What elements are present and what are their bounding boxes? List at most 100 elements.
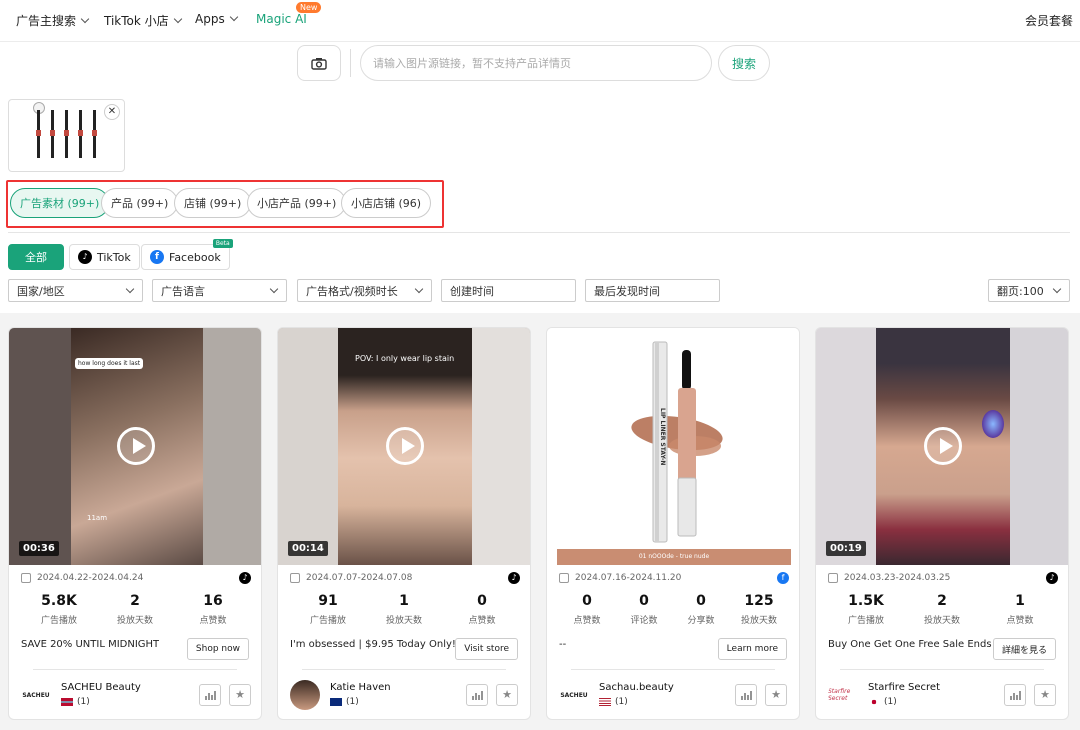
tiktok-icon: ♪ bbox=[239, 572, 251, 584]
camera-icon bbox=[311, 57, 327, 70]
platform-tiktok-button[interactable]: ♪ TikTok bbox=[69, 244, 140, 270]
stat-days: 1 投放天数 bbox=[385, 593, 422, 626]
japan-flag-icon bbox=[868, 698, 880, 706]
uploaded-image-thumbnail[interactable]: ✕ bbox=[8, 99, 125, 172]
stat-likes: 0 点赞数 bbox=[573, 593, 601, 626]
tab-shop-stores[interactable]: 小店店铺 (96) bbox=[341, 188, 432, 218]
advertiser-name[interactable]: SACHEU Beauty bbox=[61, 682, 141, 693]
page-size-select[interactable]: 翻页:100 bbox=[988, 279, 1070, 302]
ad-format-select[interactable]: 广告格式/视频时长 bbox=[297, 279, 432, 302]
video-thumbnail[interactable]: how long does it last 11am 00:36 bbox=[9, 328, 261, 565]
tab-products[interactable]: 产品 (99+) bbox=[101, 188, 179, 218]
us-flag-icon bbox=[599, 698, 611, 706]
stat-shares: 0 分享数 bbox=[687, 593, 715, 626]
lip-liner-product-image bbox=[36, 110, 97, 158]
advertiser-region: (1) bbox=[330, 697, 359, 707]
ad-card[interactable]: LIP LINER STAY-N 01 nOOOde - true nude 2… bbox=[546, 327, 800, 720]
star-icon: ★ bbox=[502, 688, 512, 701]
divider bbox=[840, 669, 1044, 670]
analytics-button[interactable] bbox=[1004, 684, 1026, 706]
chevron-down-icon bbox=[173, 14, 182, 24]
language-select[interactable]: 广告语言 bbox=[152, 279, 287, 302]
tiktok-icon: ♪ bbox=[78, 250, 92, 264]
ad-card[interactable]: POV: I only wear lip stain 00:14 2024.07… bbox=[277, 327, 531, 720]
ad-headline: SAVE 20% UNTIL MIDNIGHT bbox=[21, 639, 160, 650]
australia-flag-icon bbox=[330, 698, 342, 706]
cta-button[interactable]: Shop now bbox=[186, 638, 249, 660]
product-label: LIP LINER STAY-N bbox=[659, 408, 666, 466]
tiktok-icon: ♪ bbox=[508, 572, 520, 584]
search-input[interactable] bbox=[360, 45, 712, 81]
video-overlay-text: how long does it last bbox=[75, 358, 144, 369]
chart-icon bbox=[472, 691, 483, 700]
favorite-button[interactable]: ★ bbox=[229, 684, 251, 706]
beta-badge: Beta bbox=[212, 239, 233, 248]
chevron-down-icon bbox=[229, 12, 238, 22]
nav-advertiser-search[interactable]: 广告主搜索 bbox=[16, 12, 90, 29]
favorite-button[interactable]: ★ bbox=[765, 684, 787, 706]
nav-magic-ai[interactable]: Magic AI bbox=[256, 12, 307, 26]
platform-facebook-button[interactable]: f Facebook Beta bbox=[141, 239, 233, 270]
search-button[interactable]: 搜索 bbox=[718, 45, 770, 81]
ad-headline: I'm obsessed | $9.95 Today Only! bbox=[290, 639, 456, 650]
chevron-down-icon bbox=[269, 284, 279, 294]
video-overlay-text: POV: I only wear lip stain bbox=[355, 354, 455, 363]
image-search-button[interactable] bbox=[297, 45, 341, 81]
video-thumbnail[interactable]: POV: I only wear lip stain 00:14 bbox=[278, 328, 530, 565]
ad-card[interactable]: 00:19 2024.03.23-2024.03.25 ♪ 1.5K 广告播放 2… bbox=[815, 327, 1069, 720]
favorite-button[interactable]: ★ bbox=[1034, 684, 1056, 706]
video-caption: 11am bbox=[87, 514, 108, 522]
video-thumbnail[interactable]: 00:19 bbox=[816, 328, 1068, 565]
star-icon: ★ bbox=[1040, 688, 1050, 701]
play-icon[interactable] bbox=[924, 427, 962, 465]
tab-stores[interactable]: 店铺 (99+) bbox=[174, 188, 252, 218]
last-seen-filter[interactable]: 最后发现时间 bbox=[585, 279, 720, 302]
play-icon[interactable] bbox=[386, 427, 424, 465]
facebook-icon: f bbox=[150, 250, 164, 264]
tab-ad-creatives[interactable]: 广告素材 (99+) bbox=[10, 188, 110, 218]
advertiser-name[interactable]: Sachau.beauty bbox=[599, 682, 674, 693]
stat-days: 125 投放天数 bbox=[740, 593, 777, 626]
created-time-filter[interactable]: 创建时间 bbox=[441, 279, 576, 302]
advertiser-name[interactable]: Katie Haven bbox=[330, 682, 391, 693]
ad-card[interactable]: how long does it last 11am 00:36 2024.04… bbox=[8, 327, 262, 720]
divider bbox=[571, 669, 775, 670]
cta-button[interactable]: Visit store bbox=[455, 638, 518, 660]
analytics-button[interactable] bbox=[199, 684, 221, 706]
play-icon[interactable] bbox=[117, 427, 155, 465]
ad-headline: -- bbox=[559, 639, 567, 650]
advertiser-logo: SACHEU bbox=[21, 680, 51, 710]
chevron-down-icon bbox=[125, 284, 135, 294]
calendar-icon bbox=[828, 573, 838, 583]
date-range: 2024.07.07-2024.07.08 bbox=[290, 573, 412, 583]
cta-button[interactable]: 詳細を見る bbox=[992, 638, 1056, 660]
chart-icon bbox=[205, 691, 216, 700]
analytics-button[interactable] bbox=[735, 684, 757, 706]
analytics-button[interactable] bbox=[466, 684, 488, 706]
advertiser-logo: SACHEU bbox=[559, 680, 589, 710]
cta-button[interactable]: Learn more bbox=[717, 638, 787, 660]
stat-plays: 5.8K 广告播放 bbox=[40, 593, 77, 626]
norway-flag-icon bbox=[61, 698, 73, 706]
country-select[interactable]: 国家/地区 bbox=[8, 279, 143, 302]
advertiser-name[interactable]: Starfire Secret bbox=[868, 682, 940, 693]
product-shade-strip: 01 nOOOde - true nude bbox=[557, 549, 791, 565]
tiktok-icon: ♪ bbox=[1046, 572, 1058, 584]
nav-membership[interactable]: 会员套餐 bbox=[1025, 12, 1073, 29]
advertiser-avatar bbox=[290, 680, 320, 710]
stat-likes: 0 点赞数 bbox=[468, 593, 496, 626]
divider bbox=[33, 669, 237, 670]
calendar-icon bbox=[559, 573, 569, 583]
favorite-button[interactable]: ★ bbox=[496, 684, 518, 706]
platform-all-button[interactable]: 全部 bbox=[8, 244, 64, 270]
remove-image-button[interactable]: ✕ bbox=[104, 104, 120, 120]
date-range: 2024.04.22-2024.04.24 bbox=[21, 573, 143, 583]
chevron-down-icon bbox=[1052, 284, 1062, 294]
nav-tiktok-shop[interactable]: TikTok 小店 bbox=[104, 12, 182, 29]
nav-apps[interactable]: Apps bbox=[195, 12, 238, 26]
video-duration: 00:19 bbox=[826, 541, 866, 556]
date-range: 2024.07.16-2024.11.20 bbox=[559, 573, 681, 583]
stat-days: 2 投放天数 bbox=[923, 593, 960, 626]
tab-shop-products[interactable]: 小店产品 (99+) bbox=[247, 188, 347, 218]
product-image[interactable]: LIP LINER STAY-N 01 nOOOde - true nude bbox=[547, 328, 799, 565]
